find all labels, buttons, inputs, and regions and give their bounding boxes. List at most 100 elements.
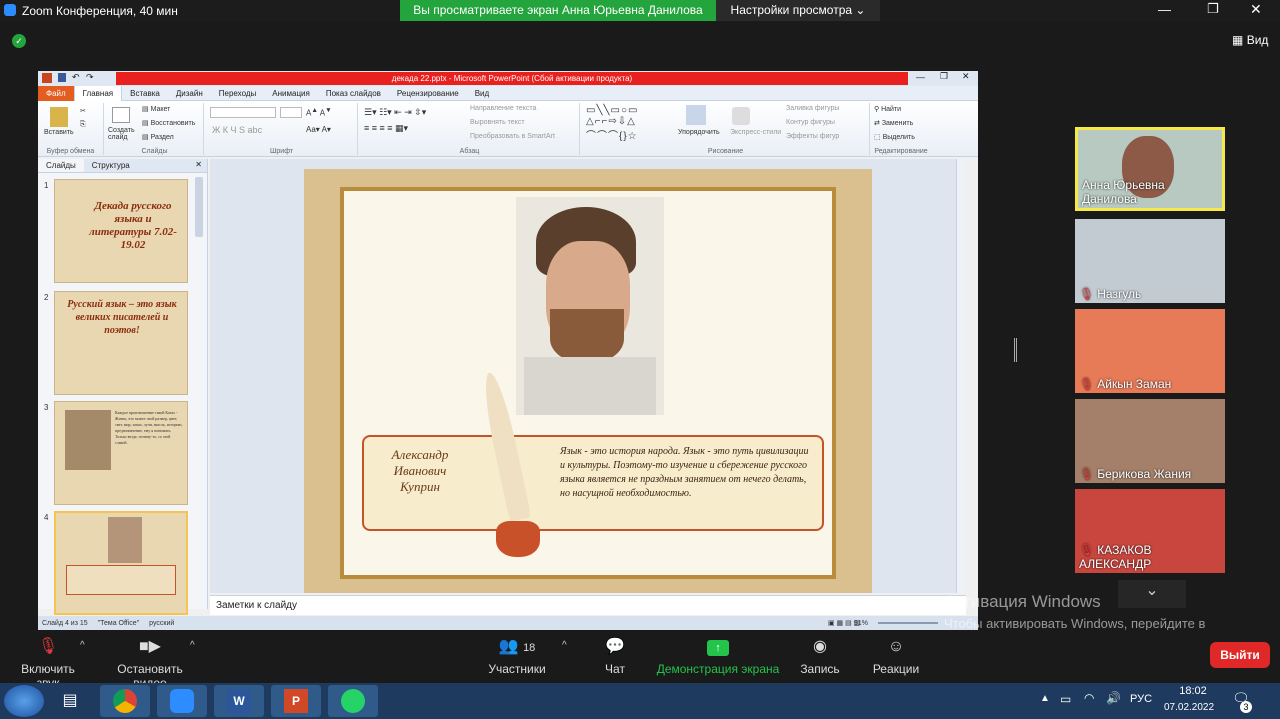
view-settings-button[interactable]: Настройки просмотра ⌄	[716, 0, 880, 21]
wifi-icon[interactable]: ◠	[1084, 691, 1094, 705]
editing-group-label: Редактирование	[874, 148, 928, 155]
ppt-minimize-icon[interactable]: —	[916, 72, 925, 82]
zoom-slider[interactable]	[878, 622, 938, 624]
word-taskbar-icon[interactable]: W	[214, 685, 264, 717]
tab-home[interactable]: Главная	[73, 85, 123, 101]
security-shield-icon[interactable]: ✓	[12, 34, 26, 48]
save-icon[interactable]	[58, 73, 66, 82]
tab-slideshow[interactable]: Показ слайдов	[318, 86, 389, 101]
audio-options-icon[interactable]: ^	[80, 640, 85, 651]
tab-slides[interactable]: Слайды	[38, 159, 84, 172]
slide-thumbnail-selected[interactable]	[54, 511, 188, 615]
slide-thumbnail[interactable]: Декада русского языка и литературы 7.02-…	[54, 179, 188, 283]
clock-time[interactable]: 18:02	[1176, 685, 1210, 697]
shape-outline-button[interactable]: Контур фигуры	[786, 119, 835, 126]
task-view-icon[interactable]: ▤	[48, 685, 92, 717]
font-color-icon[interactable]: Aa▾ A▾	[306, 125, 331, 134]
slide-thumbnail[interactable]: Русский язык – это язык великих писателе…	[54, 291, 188, 395]
ppt-restore-icon[interactable]: ❐	[940, 71, 948, 82]
tab-file[interactable]: Файл	[38, 85, 74, 101]
volume-icon[interactable]: 🔊	[1106, 691, 1121, 705]
tab-transitions[interactable]: Переходы	[211, 86, 265, 101]
font-name-input[interactable]	[210, 107, 276, 118]
language-indicator[interactable]: РУС	[1130, 693, 1152, 705]
start-button[interactable]	[4, 685, 44, 717]
view-button[interactable]: ▦ Вид	[1232, 33, 1268, 47]
clock-date[interactable]: 07.02.2022	[1164, 702, 1214, 713]
panel-scrollbar[interactable]	[195, 177, 203, 237]
share-screen-button[interactable]: ↑ Демонстрация экрана	[656, 636, 780, 676]
font-grow-icon[interactable]: A▲ A▼	[306, 107, 332, 118]
participants-count: 18	[523, 642, 536, 654]
find-button[interactable]: ⚲ Найти	[874, 105, 901, 113]
shape-effects-button[interactable]: Эффекты фигур	[786, 133, 839, 140]
participant-tile[interactable]: 🎙 Айкын Заман	[1075, 309, 1225, 393]
align-icons[interactable]: ≡ ≡ ≡ ≡ ▦▾	[364, 123, 408, 134]
quick-styles-button[interactable]: Экспресс-стили	[730, 129, 781, 136]
chat-button[interactable]: 💬 Чат	[592, 636, 638, 676]
restore-icon[interactable]: ❐	[1207, 1, 1219, 17]
shapes-gallery[interactable]: ▭╲╲▭○▭ △⌐⌐⇨⇩△ ⌒⌒⌒{}☆	[586, 105, 638, 142]
new-slide-icon[interactable]	[112, 107, 130, 123]
tab-review[interactable]: Рецензирование	[389, 86, 467, 101]
powerpoint-taskbar-icon[interactable]: P	[271, 685, 321, 717]
editor-scrollbar[interactable]	[956, 159, 966, 593]
panel-close-icon[interactable]: ✕	[190, 159, 207, 172]
cut-icon[interactable]: ✂	[80, 107, 86, 115]
align-text-button[interactable]: Выровнять текст	[470, 119, 525, 126]
scroll-down-button[interactable]: ⌄	[1118, 580, 1186, 608]
record-button[interactable]: ◉ Запись	[798, 636, 842, 676]
bold-italic-icons[interactable]: Ж К Ч S abc	[212, 125, 262, 135]
tab-view[interactable]: Вид	[467, 86, 497, 101]
slide-thumbnail[interactable]: Каждое произношение такой Казах - Жизнь,…	[54, 401, 188, 505]
replace-button[interactable]: ⇄ Заменить	[874, 119, 913, 127]
mute-button[interactable]: 🎙 Включить звук	[8, 636, 88, 690]
select-button[interactable]: ⬚ Выделить	[874, 133, 915, 141]
participant-tile-active[interactable]: Анна Юрьевна Данилова	[1075, 127, 1225, 211]
redo-icon[interactable]: ↷	[86, 72, 94, 83]
video-button[interactable]: ■▶ Остановить видео	[100, 636, 200, 690]
zoom-level[interactable]: 91%	[854, 616, 868, 631]
text-direction-button[interactable]: Направление текста	[470, 105, 536, 112]
leave-button[interactable]: Выйти	[1210, 642, 1270, 668]
tab-animation[interactable]: Анимация	[264, 86, 318, 101]
arrange-icon[interactable]	[686, 105, 706, 125]
shape-fill-button[interactable]: Заливка фигуры	[786, 105, 839, 112]
ppt-close-icon[interactable]: ✕	[962, 71, 970, 82]
close-icon[interactable]: ✕	[1250, 1, 1262, 18]
tab-design[interactable]: Дизайн	[168, 86, 211, 101]
minimize-icon[interactable]: —	[1158, 2, 1171, 17]
participant-tile[interactable]: 🎙 КАЗАКОВ АЛЕКСАНДР	[1075, 489, 1225, 573]
new-slide-button[interactable]: Создать слайд	[108, 127, 138, 141]
whatsapp-taskbar-icon[interactable]	[328, 685, 378, 717]
participant-tile[interactable]: 🎙 Назгуль	[1075, 219, 1225, 303]
list-icons[interactable]: ☰▾ ☷▾ ⇤ ⇥ ⇳▾	[364, 107, 426, 118]
undo-icon[interactable]: ↶	[72, 72, 80, 83]
battery-icon[interactable]: ▭	[1060, 692, 1071, 706]
video-options-icon[interactable]: ^	[190, 640, 195, 651]
font-size-input[interactable]	[280, 107, 302, 118]
participant-tile[interactable]: 🎙 Берикова Жания	[1075, 399, 1225, 483]
section-button[interactable]: ▤ Раздел	[142, 133, 174, 141]
zoom-taskbar-icon[interactable]	[157, 685, 207, 717]
participants-options-icon[interactable]: ^	[562, 640, 567, 651]
drawing-group: ▭╲╲▭○▭ △⌐⌐⇨⇩△ ⌒⌒⌒{}☆ Упорядочить Экспресс-…	[582, 103, 870, 155]
splitter-handle[interactable]	[1014, 338, 1017, 362]
smartart-button[interactable]: Преобразовать в SmartArt	[470, 133, 555, 140]
current-slide[interactable]: Александр Иванович Куприн Язык - это ист…	[304, 169, 872, 593]
share-screen-icon: ↑	[656, 636, 780, 658]
paste-icon[interactable]	[50, 107, 68, 127]
tray-expand-icon[interactable]: ▲	[1040, 693, 1050, 704]
layout-button[interactable]: ▤ Макет	[142, 105, 170, 113]
paste-button[interactable]: Вставить	[44, 129, 74, 136]
copy-icon[interactable]: ⎘	[80, 121, 86, 129]
tab-outline[interactable]: Структура	[84, 159, 138, 172]
arrange-button[interactable]: Упорядочить	[678, 129, 720, 136]
reset-button[interactable]: ▤ Восстановить	[142, 119, 195, 127]
chrome-taskbar-icon[interactable]	[100, 685, 150, 717]
participants-button[interactable]: 👥 18 Участники	[486, 636, 548, 676]
notes-pane[interactable]: Заметки к слайду	[210, 595, 966, 615]
reactions-button[interactable]: ☺ Реакции	[870, 636, 922, 676]
quick-styles-icon[interactable]	[732, 107, 750, 125]
tab-insert[interactable]: Вставка	[122, 86, 168, 101]
